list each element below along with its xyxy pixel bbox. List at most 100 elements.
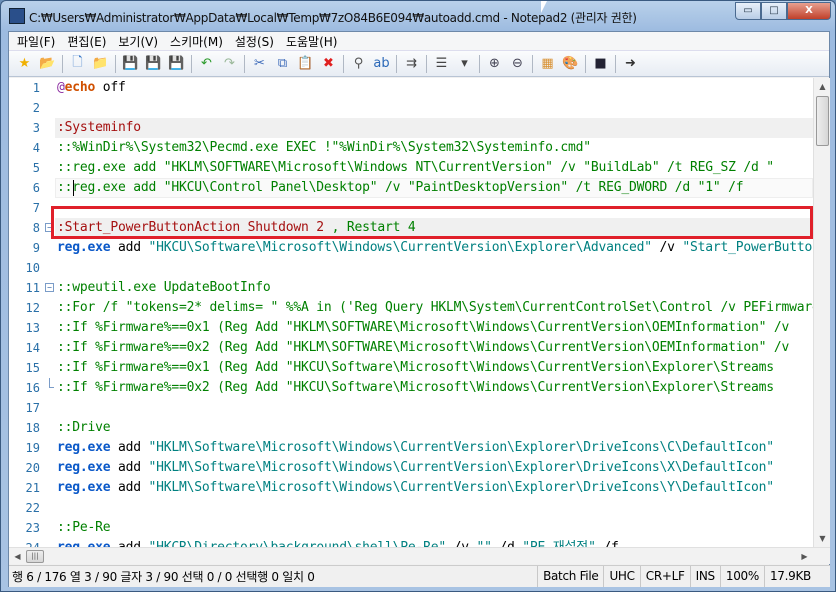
menu-item-5[interactable]: 도움말(H) — [280, 33, 344, 50]
dropdown-icon: ▾ — [461, 56, 468, 71]
menu-item-4[interactable]: 설정(S) — [229, 33, 280, 50]
code-line[interactable]: 23::Pe-Re — [9, 518, 813, 538]
code-line[interactable]: 22 — [9, 498, 813, 518]
code-text: reg.exe add "HKLM\Software\Microsoft\Win… — [57, 438, 774, 458]
scroll-down-icon[interactable]: ▼ — [814, 530, 831, 547]
save-as-button[interactable]: 💾 — [142, 53, 165, 75]
replace-button[interactable]: ab — [370, 53, 393, 75]
fold-end-marker — [49, 378, 54, 388]
token-cm: ::%WinDir%\System32\Pecmd.exe EXEC !"%Wi… — [57, 140, 591, 155]
code-line[interactable]: 15::If %Firmware%==0x1 (Reg Add "HKCU\So… — [9, 358, 813, 378]
line-number: 21 — [25, 481, 40, 495]
code-line[interactable]: 13::If %Firmware%==0x1 (Reg Add "HKLM\SO… — [9, 318, 813, 338]
menu-item-3[interactable]: 스키마(M) — [164, 33, 229, 50]
code-line[interactable]: 1 @echo off — [9, 78, 813, 98]
undo-button[interactable]: ↶ — [195, 53, 218, 75]
code-line[interactable]: 21 reg.exe add "HKLM\Software\Microsoft\W… — [9, 478, 813, 498]
code-line[interactable]: 5::reg.exe add "HKLM\SOFTWARE\Microsoft\… — [9, 158, 813, 178]
line-numbers-icon: ☰ — [435, 56, 448, 71]
horizontal-scroll-thumb[interactable]: ||| — [26, 550, 44, 563]
token-tx: /v — [651, 240, 683, 255]
paste-button[interactable]: 📋 — [294, 53, 317, 75]
status-zoom[interactable]: 100% — [719, 566, 764, 587]
title-bar[interactable]: C:₩Users₩Administrator₩AppData₩Local₩Tem… — [1, 1, 836, 31]
code-text: :Systeminfo — [57, 118, 141, 138]
minimize-button[interactable]: ▭ — [735, 2, 761, 20]
code-line[interactable]: 24 reg.exe add "HKCR\Directory\background… — [9, 538, 813, 547]
delete-button[interactable]: ✖ — [317, 53, 340, 75]
code-text: ::If %Firmware%==0x1 (Reg Add "HKLM\SOFT… — [57, 318, 789, 338]
browse-button[interactable]: 📂 — [36, 53, 59, 75]
zoom-out-icon: ⊖ — [512, 56, 523, 71]
scroll-up-icon[interactable]: ▲ — [814, 78, 831, 95]
zoom-out-button[interactable]: ⊖ — [506, 53, 529, 75]
code-line[interactable]: 10 — [9, 258, 813, 278]
open-file-button[interactable]: 📁 — [89, 53, 112, 75]
code-text: ::Pe-Re — [57, 518, 111, 538]
code-text: reg.exe add "HKLM\Software\Microsoft\Win… — [57, 458, 774, 478]
close-button[interactable]: X — [787, 2, 831, 20]
vertical-scrollbar[interactable]: ▲ ▼ — [813, 78, 830, 547]
token-tx: /v — [446, 540, 477, 547]
favorites-button[interactable]: ★ — [13, 53, 36, 75]
exit-button[interactable]: ➜ — [619, 53, 642, 75]
dropdown-button[interactable]: ▾ — [453, 53, 476, 75]
zoom-in-icon: ⊕ — [489, 56, 500, 71]
token-tx: add — [110, 440, 149, 455]
toolbar-separator — [585, 54, 586, 73]
toolbar-separator — [191, 54, 192, 73]
toolbar-separator — [244, 54, 245, 73]
code-line[interactable]: 16::If %Firmware%==0x2 (Reg Add "HKCU\So… — [9, 378, 813, 398]
status-mode[interactable]: INS — [689, 566, 720, 587]
scheme-button[interactable]: ▦ — [536, 53, 559, 75]
toolbar-separator — [479, 54, 480, 73]
save-copy-button[interactable]: 💾 — [165, 53, 188, 75]
code-text: ::If %Firmware%==0x1 (Reg Add "HKCU\Soft… — [57, 358, 774, 378]
token-cm: ::Pe-Re — [57, 520, 111, 535]
customize-scheme-button[interactable]: 🎨 — [559, 53, 582, 75]
find-button[interactable]: ⚲ — [347, 53, 370, 75]
code-line[interactable]: 9 reg.exe add "HKCU\Software\Microsoft\Wi… — [9, 238, 813, 258]
code-line[interactable]: 20 reg.exe add "HKLM\Software\Microsoft\W… — [9, 458, 813, 478]
zoom-in-button[interactable]: ⊕ — [483, 53, 506, 75]
maximize-button[interactable]: □ — [761, 2, 787, 20]
code-line[interactable]: 4::%WinDir%\System32\Pecmd.exe EXEC !"%W… — [9, 138, 813, 158]
word-wrap-button[interactable]: ⇉ — [400, 53, 423, 75]
horizontal-scrollbar[interactable]: ◀ ||| ▶ — [9, 547, 830, 564]
code-text: ::reg.exe add "HKCU\Control Panel\Deskto… — [57, 178, 744, 198]
menu-item-0[interactable]: 파일(F) — [11, 33, 61, 50]
code-line[interactable]: 2 — [9, 98, 813, 118]
code-line[interactable]: 19 reg.exe add "HKLM\Software\Microsoft\W… — [9, 438, 813, 458]
token-cm: ::Drive — [57, 420, 111, 435]
code-line[interactable]: 6::reg.exe add "HKCU\Control Panel\Deskt… — [9, 178, 813, 198]
save-button[interactable]: 💾 — [119, 53, 142, 75]
line-numbers-button[interactable]: ☰ — [430, 53, 453, 75]
save-copy-icon: 💾 — [168, 56, 185, 71]
fold-collapse-icon[interactable]: − — [45, 283, 54, 292]
code-line[interactable]: 11−::wpeutil.exe UpdateBootInfo — [9, 278, 813, 298]
console-button[interactable]: ■ — [589, 53, 612, 75]
vertical-scroll-thumb[interactable] — [816, 96, 829, 146]
replace-icon: ab — [373, 56, 390, 71]
menu-item-2[interactable]: 보기(V) — [112, 33, 164, 50]
scroll-right-icon[interactable]: ▶ — [796, 548, 813, 565]
code-editor[interactable]: 1 @echo off 2 3:Systeminfo 4::%WinDir%\Syste… — [9, 78, 813, 547]
scroll-left-icon[interactable]: ◀ — [9, 548, 26, 565]
line-number: 17 — [25, 401, 40, 415]
code-line[interactable]: 12::For /f "tokens=2* delims= " %%A in (… — [9, 298, 813, 318]
new-file-button[interactable]: 🗋 — [66, 53, 89, 75]
token-st: "Start_PowerButtonAction" — [682, 240, 813, 255]
code-line[interactable]: 14::If %Firmware%==0x2 (Reg Add "HKLM\SO… — [9, 338, 813, 358]
copy-button[interactable]: ⧉ — [271, 53, 294, 75]
line-number: 7 — [32, 201, 40, 215]
save-icon: 💾 — [122, 56, 139, 71]
cut-button[interactable]: ✂ — [248, 53, 271, 75]
status-lexer[interactable]: Batch File — [537, 566, 603, 587]
redo-button[interactable]: ↷ — [218, 53, 241, 75]
code-line[interactable]: 17 — [9, 398, 813, 418]
status-encoding[interactable]: UHC — [603, 566, 639, 587]
status-eol[interactable]: CR+LF — [639, 566, 690, 587]
code-line[interactable]: 18::Drive — [9, 418, 813, 438]
menu-item-1[interactable]: 편집(E) — [61, 33, 112, 50]
code-line[interactable]: 3:Systeminfo — [9, 118, 813, 138]
